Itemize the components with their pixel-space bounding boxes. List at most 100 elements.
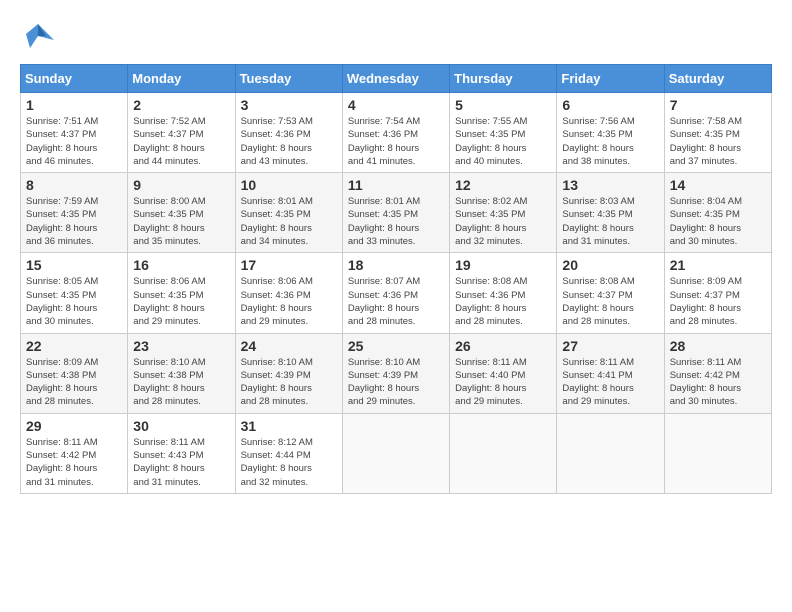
- weekday-header-thursday: Thursday: [450, 65, 557, 93]
- logo-icon: [20, 20, 56, 56]
- calendar-body: 1 Sunrise: 7:51 AM Sunset: 4:37 PM Daylig…: [21, 93, 772, 494]
- calendar-cell: 21 Sunrise: 8:09 AM Sunset: 4:37 PM Dayli…: [664, 253, 771, 333]
- calendar-week-3: 15 Sunrise: 8:05 AM Sunset: 4:35 PM Dayli…: [21, 253, 772, 333]
- weekday-header-sunday: Sunday: [21, 65, 128, 93]
- calendar-week-2: 8Sunrise: 7:59 AM Sunset: 4:35 PM Daylig…: [21, 173, 772, 253]
- day-info: Sunrise: 8:06 AM Sunset: 4:35 PM Dayligh…: [133, 275, 229, 328]
- day-number: 14: [670, 177, 766, 193]
- calendar-cell: 17Sunrise: 8:06 AM Sunset: 4:36 PM Dayli…: [235, 253, 342, 333]
- day-info: Sunrise: 7:52 AM Sunset: 4:37 PM Dayligh…: [133, 115, 229, 168]
- day-info: Sunrise: 8:11 AM Sunset: 4:40 PM Dayligh…: [455, 356, 551, 409]
- day-info: Sunrise: 7:53 AM Sunset: 4:36 PM Dayligh…: [241, 115, 337, 168]
- day-info: Sunrise: 8:00 AM Sunset: 4:35 PM Dayligh…: [133, 195, 229, 248]
- calendar-cell: [664, 413, 771, 493]
- day-number: 28: [670, 338, 766, 354]
- day-number: 27: [562, 338, 658, 354]
- calendar-week-1: 1 Sunrise: 7:51 AM Sunset: 4:37 PM Daylig…: [21, 93, 772, 173]
- day-info: Sunrise: 7:59 AM Sunset: 4:35 PM Dayligh…: [26, 195, 122, 248]
- day-number: 12: [455, 177, 551, 193]
- weekday-header-friday: Friday: [557, 65, 664, 93]
- day-number: 25: [348, 338, 444, 354]
- day-info: Sunrise: 8:02 AM Sunset: 4:35 PM Dayligh…: [455, 195, 551, 248]
- day-info: Sunrise: 8:11 AM Sunset: 4:42 PM Dayligh…: [26, 436, 122, 489]
- day-info: Sunrise: 8:08 AM Sunset: 4:36 PM Dayligh…: [455, 275, 551, 328]
- calendar-cell: 6 Sunrise: 7:56 AM Sunset: 4:35 PM Daylig…: [557, 93, 664, 173]
- day-info: Sunrise: 8:10 AM Sunset: 4:38 PM Dayligh…: [133, 356, 229, 409]
- day-info: Sunrise: 7:56 AM Sunset: 4:35 PM Dayligh…: [562, 115, 658, 168]
- logo: [20, 20, 60, 56]
- calendar-cell: 30 Sunrise: 8:11 AM Sunset: 4:43 PM Dayli…: [128, 413, 235, 493]
- calendar-cell: 18 Sunrise: 8:07 AM Sunset: 4:36 PM Dayli…: [342, 253, 449, 333]
- day-number: 13: [562, 177, 658, 193]
- calendar-cell: [450, 413, 557, 493]
- calendar-cell: [342, 413, 449, 493]
- calendar-header: SundayMondayTuesdayWednesdayThursdayFrid…: [21, 65, 772, 93]
- day-number: 6: [562, 97, 658, 113]
- calendar-table: SundayMondayTuesdayWednesdayThursdayFrid…: [20, 64, 772, 494]
- weekday-header-wednesday: Wednesday: [342, 65, 449, 93]
- day-number: 5: [455, 97, 551, 113]
- day-info: Sunrise: 7:58 AM Sunset: 4:35 PM Dayligh…: [670, 115, 766, 168]
- calendar-cell: 25 Sunrise: 8:10 AM Sunset: 4:39 PM Dayli…: [342, 333, 449, 413]
- calendar-cell: 5 Sunrise: 7:55 AM Sunset: 4:35 PM Daylig…: [450, 93, 557, 173]
- day-number: 30: [133, 418, 229, 434]
- day-info: Sunrise: 8:11 AM Sunset: 4:43 PM Dayligh…: [133, 436, 229, 489]
- day-info: Sunrise: 8:10 AM Sunset: 4:39 PM Dayligh…: [348, 356, 444, 409]
- day-info: Sunrise: 8:09 AM Sunset: 4:37 PM Dayligh…: [670, 275, 766, 328]
- calendar-cell: 3 Sunrise: 7:53 AM Sunset: 4:36 PM Daylig…: [235, 93, 342, 173]
- day-number: 16: [133, 257, 229, 273]
- day-number: 4: [348, 97, 444, 113]
- day-info: Sunrise: 8:03 AM Sunset: 4:35 PM Dayligh…: [562, 195, 658, 248]
- calendar-cell: 26 Sunrise: 8:11 AM Sunset: 4:40 PM Dayli…: [450, 333, 557, 413]
- day-info: Sunrise: 8:12 AM Sunset: 4:44 PM Dayligh…: [241, 436, 337, 489]
- calendar-cell: [557, 413, 664, 493]
- day-info: Sunrise: 8:11 AM Sunset: 4:42 PM Dayligh…: [670, 356, 766, 409]
- page-header: [20, 20, 772, 56]
- day-info: Sunrise: 8:07 AM Sunset: 4:36 PM Dayligh…: [348, 275, 444, 328]
- day-number: 18: [348, 257, 444, 273]
- day-info: Sunrise: 8:06 AM Sunset: 4:36 PM Dayligh…: [241, 275, 337, 328]
- day-number: 1: [26, 97, 122, 113]
- day-number: 31: [241, 418, 337, 434]
- weekday-header-saturday: Saturday: [664, 65, 771, 93]
- calendar-cell: 16 Sunrise: 8:06 AM Sunset: 4:35 PM Dayli…: [128, 253, 235, 333]
- day-info: Sunrise: 8:09 AM Sunset: 4:38 PM Dayligh…: [26, 356, 122, 409]
- calendar-cell: 27 Sunrise: 8:11 AM Sunset: 4:41 PM Dayli…: [557, 333, 664, 413]
- day-info: Sunrise: 8:01 AM Sunset: 4:35 PM Dayligh…: [241, 195, 337, 248]
- calendar-cell: 1 Sunrise: 7:51 AM Sunset: 4:37 PM Daylig…: [21, 93, 128, 173]
- calendar-cell: 9 Sunrise: 8:00 AM Sunset: 4:35 PM Daylig…: [128, 173, 235, 253]
- calendar-cell: 20Sunrise: 8:08 AM Sunset: 4:37 PM Dayli…: [557, 253, 664, 333]
- day-number: 21: [670, 257, 766, 273]
- day-number: 7: [670, 97, 766, 113]
- day-number: 10: [241, 177, 337, 193]
- weekday-header-tuesday: Tuesday: [235, 65, 342, 93]
- day-info: Sunrise: 8:05 AM Sunset: 4:35 PM Dayligh…: [26, 275, 122, 328]
- calendar-cell: 24 Sunrise: 8:10 AM Sunset: 4:39 PM Dayli…: [235, 333, 342, 413]
- calendar-cell: 4 Sunrise: 7:54 AM Sunset: 4:36 PM Daylig…: [342, 93, 449, 173]
- day-info: Sunrise: 7:54 AM Sunset: 4:36 PM Dayligh…: [348, 115, 444, 168]
- day-info: Sunrise: 7:55 AM Sunset: 4:35 PM Dayligh…: [455, 115, 551, 168]
- day-number: 26: [455, 338, 551, 354]
- day-number: 3: [241, 97, 337, 113]
- day-number: 9: [133, 177, 229, 193]
- day-number: 15: [26, 257, 122, 273]
- day-number: 24: [241, 338, 337, 354]
- day-number: 20: [562, 257, 658, 273]
- calendar-cell: 10 Sunrise: 8:01 AM Sunset: 4:35 PM Dayli…: [235, 173, 342, 253]
- calendar-cell: 29 Sunrise: 8:11 AM Sunset: 4:42 PM Dayli…: [21, 413, 128, 493]
- calendar-week-4: 22Sunrise: 8:09 AM Sunset: 4:38 PM Dayli…: [21, 333, 772, 413]
- day-info: Sunrise: 7:51 AM Sunset: 4:37 PM Dayligh…: [26, 115, 122, 168]
- calendar-cell: 31 Sunrise: 8:12 AM Sunset: 4:44 PM Dayli…: [235, 413, 342, 493]
- day-info: Sunrise: 8:11 AM Sunset: 4:41 PM Dayligh…: [562, 356, 658, 409]
- calendar-cell: 7 Sunrise: 7:58 AM Sunset: 4:35 PM Daylig…: [664, 93, 771, 173]
- weekday-header-monday: Monday: [128, 65, 235, 93]
- calendar-cell: 8Sunrise: 7:59 AM Sunset: 4:35 PM Daylig…: [21, 173, 128, 253]
- day-number: 29: [26, 418, 122, 434]
- day-info: Sunrise: 8:10 AM Sunset: 4:39 PM Dayligh…: [241, 356, 337, 409]
- calendar-cell: 12 Sunrise: 8:02 AM Sunset: 4:35 PM Dayli…: [450, 173, 557, 253]
- calendar-cell: 23Sunrise: 8:10 AM Sunset: 4:38 PM Dayli…: [128, 333, 235, 413]
- calendar-week-5: 29 Sunrise: 8:11 AM Sunset: 4:42 PM Dayli…: [21, 413, 772, 493]
- calendar-cell: 2Sunrise: 7:52 AM Sunset: 4:37 PM Daylig…: [128, 93, 235, 173]
- calendar-cell: 13 Sunrise: 8:03 AM Sunset: 4:35 PM Dayli…: [557, 173, 664, 253]
- day-number: 19: [455, 257, 551, 273]
